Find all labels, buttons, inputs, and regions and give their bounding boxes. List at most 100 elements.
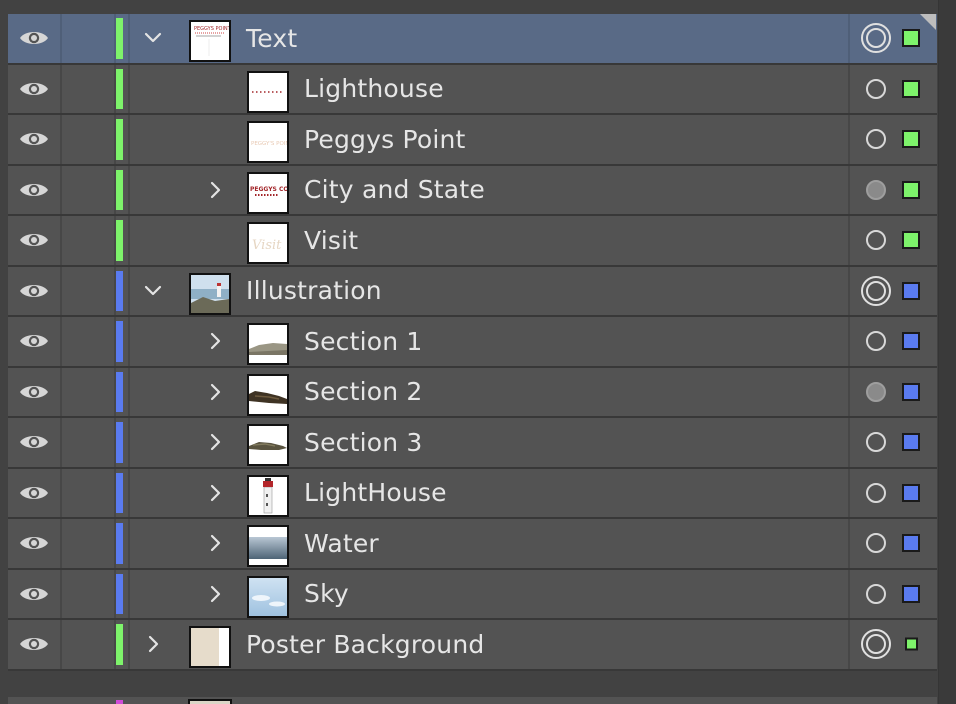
lock-toggle[interactable] xyxy=(62,519,116,568)
column-divider xyxy=(128,367,130,416)
layer-row-illustration[interactable]: Illustration xyxy=(8,266,937,317)
panel-corner-fold xyxy=(920,14,936,30)
target-circle-icon[interactable] xyxy=(866,179,886,200)
lock-toggle[interactable] xyxy=(62,216,116,265)
layer-name[interactable]: Lighthouse xyxy=(304,65,444,114)
target-circle-icon[interactable] xyxy=(866,129,886,150)
lock-toggle[interactable] xyxy=(62,266,116,315)
selection-square-icon[interactable] xyxy=(902,130,920,149)
layer-thumbnail xyxy=(247,70,289,113)
selection-square-icon[interactable] xyxy=(902,180,920,199)
lock-toggle[interactable] xyxy=(62,14,116,63)
target-column xyxy=(848,367,939,416)
chevron-down-icon[interactable] xyxy=(140,267,166,316)
layer-row-lighthouse[interactable]: LightHouse xyxy=(8,468,937,519)
eye-icon[interactable] xyxy=(8,165,62,214)
target-column xyxy=(848,418,939,467)
selection-square-icon[interactable] xyxy=(902,584,920,603)
target-circle-icon[interactable] xyxy=(861,275,891,306)
target-circle-icon[interactable] xyxy=(866,78,886,99)
target-circle-icon[interactable] xyxy=(866,331,886,352)
eye-icon[interactable] xyxy=(8,115,62,164)
chevron-right-icon[interactable] xyxy=(140,620,166,669)
target-circle-icon[interactable] xyxy=(861,629,891,660)
lock-toggle[interactable] xyxy=(62,165,116,214)
lock-toggle[interactable] xyxy=(62,64,116,113)
selection-square-icon[interactable] xyxy=(902,483,920,502)
target-circle-icon[interactable] xyxy=(866,583,886,604)
eye-icon[interactable] xyxy=(8,216,62,265)
layer-row-poster-background[interactable]: Poster Background xyxy=(8,620,937,671)
selection-square-icon[interactable] xyxy=(902,433,920,452)
chevron-right-icon[interactable] xyxy=(202,570,228,619)
chevron-right-icon[interactable] xyxy=(202,418,228,467)
target-circle-icon[interactable] xyxy=(866,230,886,251)
selection-square-icon[interactable] xyxy=(902,29,920,48)
lock-toggle[interactable] xyxy=(62,115,116,164)
lock-toggle[interactable] xyxy=(62,620,116,669)
chevron-right-icon[interactable] xyxy=(202,317,228,366)
eye-icon[interactable] xyxy=(8,317,62,366)
lock-toggle[interactable] xyxy=(62,468,116,517)
layer-name[interactable]: Section 1 xyxy=(304,317,423,366)
selection-square-icon[interactable] xyxy=(902,281,920,300)
target-circle-icon[interactable] xyxy=(866,482,886,503)
eye-icon[interactable] xyxy=(8,418,62,467)
selection-square-icon[interactable] xyxy=(905,637,918,651)
selection-square-icon[interactable] xyxy=(902,332,920,351)
layer-thumbnail: Visit xyxy=(247,222,289,264)
layer-name[interactable]: Section 2 xyxy=(304,368,423,417)
layer-name[interactable]: LightHouse xyxy=(304,469,447,518)
layer-name[interactable]: Poster Background xyxy=(246,620,484,669)
layer-color-bar xyxy=(116,472,123,513)
layer-row-section-1[interactable]: Section 1 xyxy=(8,317,937,368)
selection-square-icon[interactable] xyxy=(902,79,920,98)
layer-row-section-2[interactable]: Section 2 xyxy=(8,367,939,418)
layer-row-section-3[interactable]: Section 3 xyxy=(8,418,937,469)
target-circle-icon[interactable] xyxy=(866,381,886,402)
selection-square-icon[interactable] xyxy=(902,382,920,401)
layers-list: PEGGYS POINTTextLighthousePEGGY'S POINTP… xyxy=(8,14,937,671)
layer-row-water[interactable]: Water xyxy=(8,519,937,570)
layer-row-visit[interactable]: Visit Visit xyxy=(8,216,937,267)
chevron-right-icon[interactable] xyxy=(202,519,228,568)
chevron-down-icon[interactable] xyxy=(140,14,166,63)
eye-icon[interactable] xyxy=(8,266,62,315)
layer-row-peggys-point[interactable]: PEGGY'S POINT Peggys Point xyxy=(8,115,937,166)
layer-row-lighthouse[interactable]: Lighthouse xyxy=(8,64,937,115)
layer-name[interactable]: Section 3 xyxy=(304,418,423,467)
column-divider xyxy=(128,468,130,517)
selection-square-icon[interactable] xyxy=(902,534,920,553)
next-layer-row[interactable] xyxy=(8,697,937,704)
layer-name[interactable]: Illustration xyxy=(246,267,382,316)
layer-name[interactable]: Water xyxy=(304,519,379,568)
chevron-right-icon[interactable] xyxy=(202,368,228,417)
layer-name[interactable]: Text xyxy=(246,14,297,63)
layer-row-city-and-state[interactable]: PEGGYS COVE City and State xyxy=(8,165,937,216)
layer-name[interactable]: Visit xyxy=(304,216,358,265)
eye-icon[interactable] xyxy=(8,14,62,63)
eye-icon[interactable] xyxy=(8,468,62,517)
chevron-right-icon[interactable] xyxy=(202,469,228,518)
layer-row-text[interactable]: PEGGYS POINT Text xyxy=(8,14,937,65)
layer-name[interactable]: Peggys Point xyxy=(304,115,466,164)
eye-icon[interactable] xyxy=(8,64,62,113)
lock-toggle[interactable] xyxy=(62,569,116,618)
scrollbar-track[interactable] xyxy=(938,0,956,704)
target-circle-icon[interactable] xyxy=(866,533,886,554)
eye-icon[interactable] xyxy=(8,569,62,618)
chevron-right-icon[interactable] xyxy=(202,166,228,215)
layer-name[interactable]: Sky xyxy=(304,570,349,619)
lock-toggle[interactable] xyxy=(62,367,116,416)
target-circle-icon[interactable] xyxy=(861,23,891,54)
eye-icon[interactable] xyxy=(8,519,62,568)
lock-toggle[interactable] xyxy=(62,418,116,467)
eye-icon[interactable] xyxy=(8,620,62,669)
lock-toggle[interactable] xyxy=(62,317,116,366)
target-column xyxy=(848,317,939,366)
layer-name[interactable]: City and State xyxy=(304,166,485,215)
target-circle-icon[interactable] xyxy=(866,432,886,453)
layer-row-sky[interactable]: Sky xyxy=(8,569,937,620)
selection-square-icon[interactable] xyxy=(902,231,920,250)
eye-icon[interactable] xyxy=(8,367,62,416)
